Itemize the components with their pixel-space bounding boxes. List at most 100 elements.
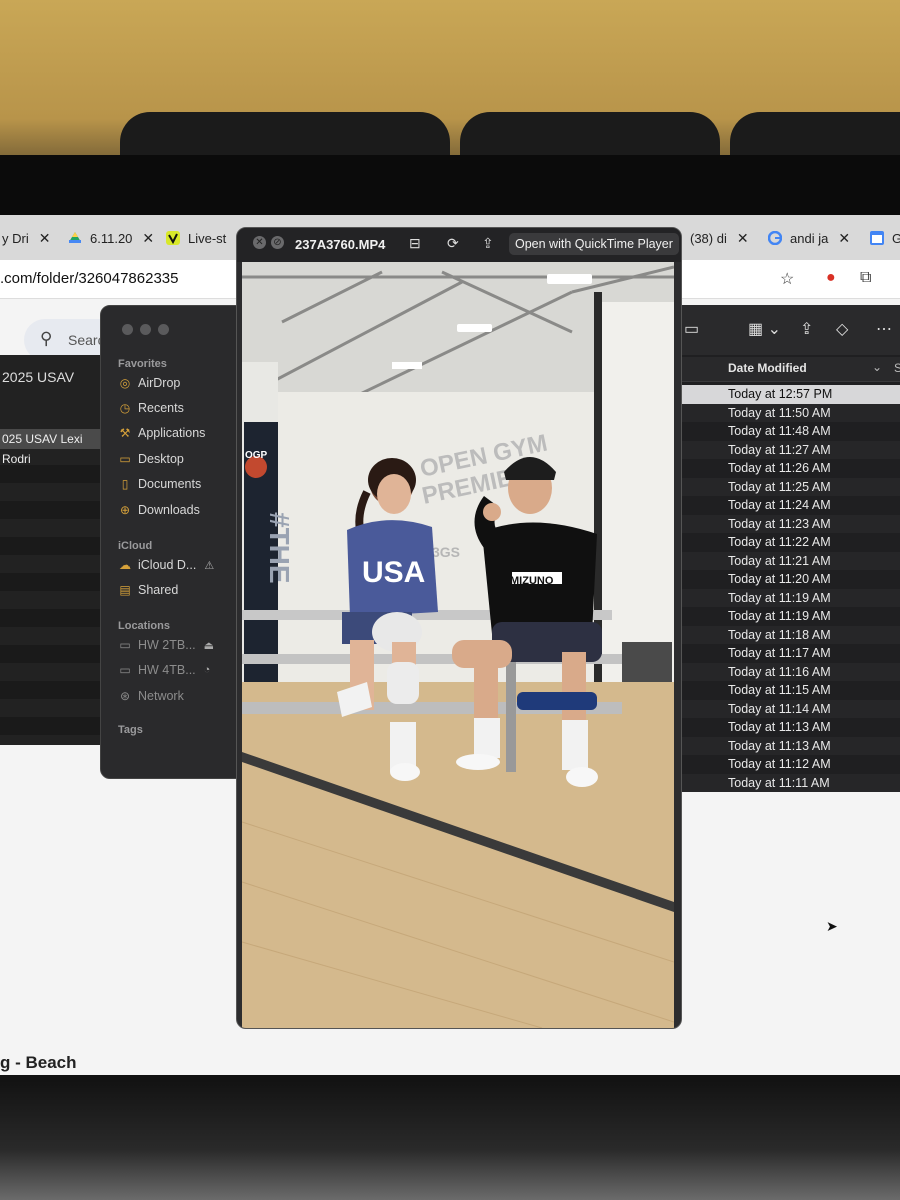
bookmark-star-icon[interactable]: ☆ <box>780 269 794 289</box>
date-modified-cell: Today at 11:26 AM <box>728 461 831 475</box>
sidebar-item-label: AirDrop <box>138 376 181 390</box>
video-preview: OPEN GYM PREMIER 3GS OGP #THE USA MIZUNO <box>242 262 674 1028</box>
file-row[interactable]: Today at 11:25 AM <box>676 477 900 496</box>
sidebar-item-icloud-drive[interactable]: ☁ iCloud D... ⚠ <box>118 558 214 572</box>
date-modified-cell: Today at 11:14 AM <box>728 701 831 716</box>
file-row[interactable]: Today at 11:18 AM <box>676 625 900 644</box>
tab-label: y Dri <box>2 230 29 246</box>
sidebar-item-label: Downloads <box>138 503 200 517</box>
file-row[interactable]: Today at 11:48 AM <box>676 422 900 441</box>
sidebar-item-network[interactable]: ⊛ Network <box>118 689 184 703</box>
sidebar-item-label: HW 2TB... <box>138 638 196 652</box>
sidebar-item-downloads[interactable]: ⊕ Downloads <box>118 503 200 517</box>
zoom-window-button[interactable] <box>158 324 169 335</box>
sidebar-item-label: Network <box>138 689 184 703</box>
sidebar-item-documents[interactable]: ▯ Documents <box>118 477 202 491</box>
browser-tab[interactable]: (38) di ✕ <box>690 221 749 255</box>
file-row[interactable]: Today at 11:16 AM <box>676 662 900 681</box>
close-tab-icon[interactable]: ✕ <box>142 230 154 247</box>
minimize-window-button[interactable] <box>140 324 151 335</box>
file-row[interactable]: Today at 11:17 AM <box>676 644 900 663</box>
download-icon: ⊕ <box>119 503 131 517</box>
date-modified-cell: Today at 11:23 AM <box>728 516 831 531</box>
date-modified-cell: Today at 11:18 AM <box>728 627 831 642</box>
file-row[interactable]: Today at 11:11 AM <box>676 773 900 792</box>
file-row[interactable]: Today at 11:50 AM <box>676 403 900 422</box>
sidebar-item-drive-4tb[interactable]: ▭ HW 4TB... ◔ <box>118 663 210 677</box>
tab-label: andi ja <box>790 230 829 246</box>
sidebar-item-desktop[interactable]: ▭ Desktop <box>118 452 184 466</box>
screen: y Dri ✕ 6.11.20 ✕ Live-st ✕ (38) di ✕ an… <box>0 215 900 1075</box>
file-row[interactable]: Today at 11:12 AM <box>676 755 900 774</box>
eject-icon[interactable]: ⏏ <box>204 639 214 652</box>
close-tab-icon[interactable]: ✕ <box>737 230 749 247</box>
applications-icon: ⚒ <box>119 426 131 440</box>
tab-label: 6.11.20 <box>90 230 133 246</box>
file-row[interactable]: Today at 11:20 AM <box>676 570 900 589</box>
fullscreen-icon[interactable]: ⊘ <box>271 236 284 249</box>
banner-text: #THE <box>264 512 295 584</box>
sidebar-item-drive-2tb[interactable]: ▭ HW 2TB... ⏏ <box>118 638 214 652</box>
file-row[interactable]: Today at 11:19 AM <box>676 588 900 607</box>
file-row[interactable]: Today at 11:23 AM <box>676 514 900 533</box>
vimeo-icon <box>166 231 180 245</box>
file-row[interactable]: Today at 11:13 AM <box>676 718 900 737</box>
file-row[interactable]: Today at 11:24 AM <box>676 496 900 515</box>
date-modified-cell: Today at 11:16 AM <box>728 664 831 679</box>
clock-icon: ◷ <box>119 401 131 415</box>
browser-tab[interactable]: y Dri ✕ <box>2 221 50 255</box>
url-text[interactable]: .com/folder/326047862335 <box>0 270 178 287</box>
share-icon[interactable]: ⇪ <box>800 319 813 339</box>
section-tags: Tags <box>118 724 143 736</box>
file-row[interactable]: Today at 11:13 AM <box>676 736 900 755</box>
close-window-button[interactable] <box>122 324 133 335</box>
view-options-icon[interactable]: ▦ ⌄ <box>748 319 781 339</box>
banner-logo: OGP <box>245 450 268 461</box>
airdrop-icon: ◎ <box>119 376 131 390</box>
rotate-icon[interactable]: ⟳ <box>447 235 459 252</box>
close-icon[interactable]: ✕ <box>253 236 266 249</box>
extension-icon[interactable]: ● <box>826 269 836 287</box>
share-icon[interactable]: ⇪ <box>482 235 494 252</box>
sidebar-item-airdrop[interactable]: ◎ AirDrop <box>118 376 181 390</box>
file-row[interactable]: Today at 11:21 AM <box>676 551 900 570</box>
date-modified-column-header[interactable]: Date Modified ⌄ S <box>676 357 900 382</box>
date-modified-cell: Today at 11:15 AM <box>728 683 831 697</box>
date-modified-cell: Today at 11:25 AM <box>728 479 831 494</box>
browser-tab[interactable]: 6.11.20 ✕ <box>68 221 154 255</box>
browser-tab[interactable]: andi ja ✕ <box>767 221 850 255</box>
date-modified-cell: Today at 11:17 AM <box>728 646 831 660</box>
browser-tab[interactable]: G <box>870 221 900 255</box>
sidebar-toggle-icon[interactable]: ▭ <box>684 319 699 339</box>
file-row[interactable]: Today at 11:27 AM <box>676 440 900 459</box>
file-row[interactable]: Today at 11:14 AM <box>676 699 900 718</box>
file-row[interactable]: Today at 11:26 AM <box>676 459 900 478</box>
shared-folder-icon: ▤ <box>119 583 131 597</box>
drive-icon <box>68 231 82 245</box>
date-modified-cell: Today at 11:12 AM <box>728 757 831 771</box>
tag-icon[interactable]: ◇ <box>836 319 848 339</box>
finder-toolbar: ▭ ▦ ⌄ ⇪ ◇ ⋯ <box>676 305 900 355</box>
more-actions-icon[interactable]: ⋯ <box>876 319 892 339</box>
section-favorites: Favorites <box>118 358 167 370</box>
file-row[interactable]: Today at 11:19 AM <box>676 607 900 626</box>
file-row[interactable]: Today at 11:15 AM <box>676 681 900 700</box>
close-tab-icon[interactable]: ✕ <box>838 230 850 247</box>
close-tab-icon[interactable]: ✕ <box>39 230 51 247</box>
sidebar-item-applications[interactable]: ⚒ Applications <box>118 426 206 440</box>
selected-file[interactable]: 025 USAV Lexi Rodri <box>0 429 107 466</box>
section-icloud: iCloud <box>118 540 153 552</box>
quicklook-toolbar: ✕ ⊘ 237A3760.MP4 ⊟ ⟳ ⇪ Open with QuickTi… <box>237 228 681 262</box>
sidebar-item-shared[interactable]: ▤ Shared <box>118 583 178 597</box>
file-row[interactable]: Today at 11:22 AM <box>676 533 900 552</box>
monitor-bottom <box>0 1075 900 1200</box>
quicklook-window: ✕ ⊘ 237A3760.MP4 ⊟ ⟳ ⇪ Open with QuickTi… <box>236 227 682 1029</box>
date-modified-cell: Today at 11:11 AM <box>728 775 830 790</box>
trim-icon[interactable]: ⊟ <box>409 235 421 252</box>
sidebar-item-recents[interactable]: ◷ Recents <box>118 401 184 415</box>
tab-label: (38) di <box>690 230 727 246</box>
network-globe-icon: ⊛ <box>119 689 131 703</box>
extensions-puzzle-icon[interactable]: ⧉ <box>860 269 871 287</box>
open-with-quicktime-button[interactable]: Open with QuickTime Player <box>509 233 679 255</box>
file-row[interactable]: Today at 12:57 PM <box>676 385 900 404</box>
